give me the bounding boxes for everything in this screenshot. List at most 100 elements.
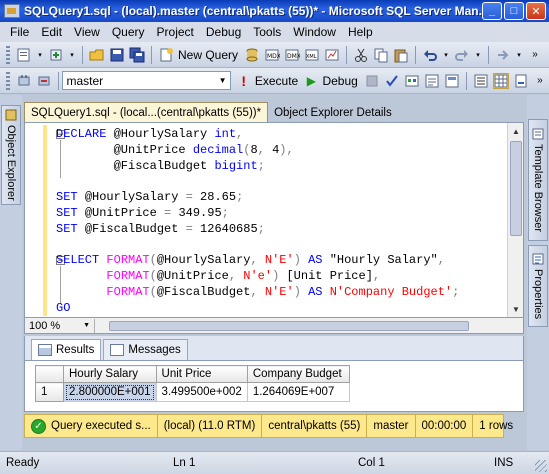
template-browser-side-tab[interactable]: Template Browser	[528, 119, 548, 241]
redo-icon[interactable]	[454, 47, 470, 63]
menu-file[interactable]: File	[4, 25, 35, 39]
column-header[interactable]: Company Budget	[246, 365, 350, 383]
menu-debug[interactable]: Debug	[200, 25, 247, 39]
object-explorer-side-tab[interactable]: Object Explorer	[1, 105, 21, 205]
code-line[interactable]: FORMAT(@UnitPrice, N'e') [Unit Price],	[56, 269, 507, 285]
maximize-button[interactable]: □	[504, 2, 524, 20]
zoom-select[interactable]: 100 % ▼	[25, 318, 95, 333]
dropdown-arrow-icon[interactable]: ▾	[474, 47, 482, 63]
scroll-up-icon[interactable]: ▲	[508, 123, 523, 139]
execute-button[interactable]: Execute	[255, 74, 298, 88]
code-token: @HourlySalary	[156, 253, 251, 268]
overflow-chevron-icon[interactable]: »	[527, 47, 543, 63]
row-number[interactable]: 1	[35, 382, 64, 402]
table-cell[interactable]: 3.499500e+002	[155, 382, 248, 402]
query-options-icon[interactable]	[424, 73, 440, 89]
exec-rows: 1 rows	[479, 420, 514, 432]
code-line[interactable]	[56, 174, 507, 190]
query-execution-status-bar: ✓ Query executed s... (local) (11.0 RTM)…	[24, 414, 513, 438]
results-tabs: Results Messages	[24, 336, 524, 360]
analysis-query-icon[interactable]	[324, 47, 340, 63]
exec-message-cell: ✓ Query executed s...	[25, 415, 158, 437]
code-line[interactable]: SELECT FORMAT(@HourlySalary, N'E') AS "H…	[56, 253, 507, 269]
estimated-plan-icon[interactable]	[404, 73, 420, 89]
parse-check-icon[interactable]	[384, 73, 400, 89]
code-token: SET	[56, 205, 85, 220]
dropdown-arrow-icon[interactable]: ▾	[515, 47, 523, 63]
intellisense-icon[interactable]	[444, 73, 460, 89]
results-to-text-icon[interactable]	[473, 73, 489, 89]
hscroll-thumb[interactable]	[109, 320, 469, 331]
code-line[interactable]: SET @HourlySalary = 28.65;	[56, 190, 507, 206]
grid-icon	[38, 344, 52, 356]
menu-help[interactable]: Help	[342, 25, 379, 39]
close-button[interactable]: ✕	[526, 2, 546, 20]
dmx-query-icon[interactable]: DMX	[284, 47, 300, 63]
ssms-app-icon[interactable]	[4, 4, 20, 18]
table-row[interactable]: 1 2.800000E+001 3.499500e+002 1.264069E+…	[35, 382, 350, 402]
results-to-grid-icon[interactable]	[492, 72, 509, 89]
change-connection-icon[interactable]	[36, 73, 52, 89]
tab-messages[interactable]: Messages	[103, 339, 188, 360]
save-all-icon[interactable]	[129, 47, 145, 63]
menu-view[interactable]: View	[68, 25, 106, 39]
database-engine-query-icon[interactable]	[244, 47, 260, 63]
cancel-query-icon[interactable]	[364, 73, 380, 89]
scroll-thumb[interactable]	[510, 141, 522, 236]
code-line[interactable]: DECLARE @HourlySalary int,	[56, 127, 507, 143]
debug-button[interactable]: Debug	[322, 74, 357, 88]
column-header[interactable]: Hourly Salary	[63, 365, 157, 383]
status-ready: Ready	[6, 457, 40, 469]
paste-icon[interactable]	[393, 47, 409, 63]
mdx-query-icon[interactable]: MDX	[264, 47, 280, 63]
tab-object-explorer-details[interactable]: Object Explorer Details	[268, 102, 398, 123]
editor-horizontal-scrollbar[interactable]	[95, 319, 523, 333]
table-cell[interactable]: 1.264069E+007	[246, 382, 350, 402]
menu-query[interactable]: Query	[106, 25, 151, 39]
overflow-chevron-icon[interactable]: »	[533, 73, 547, 89]
menu-tools[interactable]: Tools	[247, 25, 287, 39]
open-folder-icon[interactable]	[89, 47, 105, 63]
dropdown-arrow-icon[interactable]: ▾	[68, 47, 76, 63]
dropdown-arrow-icon[interactable]: ▾	[36, 47, 44, 63]
new-query-icon[interactable]	[158, 47, 174, 63]
code-line[interactable]: SET @UnitPrice = 349.95;	[56, 206, 507, 222]
code-line[interactable]: FORMAT(@FiscalBudget, N'E') AS N'Company…	[56, 285, 507, 301]
properties-side-tab[interactable]: Properties	[528, 245, 548, 327]
save-icon[interactable]	[109, 47, 125, 63]
dropdown-arrow-icon[interactable]: ▾	[442, 47, 450, 63]
editor-vertical-scrollbar[interactable]: ▲ ▼	[507, 123, 523, 317]
toolbar-grip[interactable]	[6, 45, 10, 64]
undo-icon[interactable]	[422, 47, 438, 63]
code-line[interactable]: GO	[56, 301, 507, 317]
resize-grip-icon[interactable]	[535, 460, 547, 472]
code-line[interactable]: @FiscalBudget bigint;	[56, 159, 507, 175]
menu-edit[interactable]: Edit	[35, 25, 68, 39]
navigate-icon[interactable]	[495, 47, 511, 63]
menu-project[interactable]: Project	[151, 25, 200, 39]
new-project-icon[interactable]	[16, 47, 32, 63]
toolbar-grip[interactable]	[6, 71, 10, 90]
connect-icon[interactable]	[16, 73, 32, 89]
code-token: (	[149, 269, 157, 284]
minimize-button[interactable]: _	[482, 2, 502, 20]
column-header[interactable]: Unit Price	[155, 365, 248, 383]
results-to-file-icon[interactable]	[513, 73, 529, 89]
code-line[interactable]	[56, 238, 507, 254]
cut-icon[interactable]	[353, 47, 369, 63]
sql-code[interactable]: DECLARE @HourlySalary int, @UnitPrice de…	[56, 127, 507, 317]
menu-window[interactable]: Window	[287, 25, 342, 39]
tab-results[interactable]: Results	[31, 339, 102, 360]
code-line[interactable]: SET @FiscalBudget = 12640685;	[56, 222, 507, 238]
xmla-query-icon[interactable]: XML	[304, 47, 320, 63]
results-table[interactable]: Hourly Salary Unit Price Company Budget …	[35, 365, 350, 402]
available-databases-select[interactable]: master ▼	[62, 71, 231, 90]
query-editor[interactable]: − − DECLARE @HourlySalary int, @UnitPric…	[24, 122, 524, 318]
add-item-icon[interactable]	[48, 47, 64, 63]
copy-icon[interactable]	[373, 47, 389, 63]
scroll-down-icon[interactable]: ▼	[508, 301, 523, 317]
table-cell[interactable]: 2.800000E+001	[63, 382, 157, 402]
new-query-button[interactable]: New Query	[178, 48, 238, 62]
code-line[interactable]: @UnitPrice decimal(8, 4),	[56, 143, 507, 159]
tab-sqlquery1[interactable]: SQLQuery1.sql - (local...(central\pkatts…	[24, 102, 269, 123]
